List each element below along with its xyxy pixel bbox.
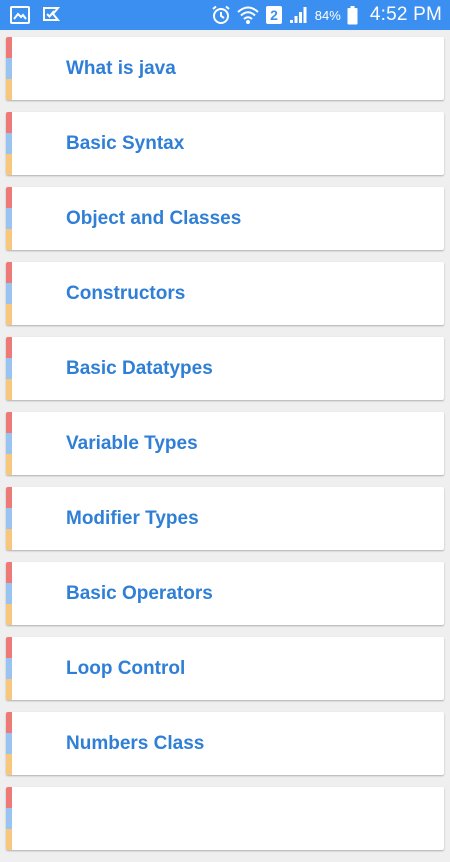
gallery-icon bbox=[10, 6, 30, 24]
stripe-segment bbox=[6, 154, 12, 175]
stripe-segment bbox=[6, 187, 12, 208]
topic-label: Basic Syntax bbox=[66, 133, 185, 154]
stripe-segment bbox=[6, 229, 12, 250]
topic-card[interactable] bbox=[6, 787, 444, 850]
topic-list: What is java Basic Syntax Object and Class… bbox=[6, 37, 444, 862]
stripe-segment bbox=[6, 79, 12, 100]
topic-label: Basic Datatypes bbox=[66, 358, 213, 379]
topic-label: Basic Operators bbox=[66, 583, 213, 604]
topic-card[interactable]: Basic Datatypes bbox=[6, 337, 444, 400]
tricolor-stripe bbox=[6, 112, 12, 175]
topic-card[interactable]: Constructors bbox=[6, 262, 444, 325]
stripe-segment bbox=[6, 583, 12, 604]
topic-label: Loop Control bbox=[66, 658, 186, 679]
topic-card[interactable]: Basic Syntax bbox=[6, 112, 444, 175]
stripe-segment bbox=[6, 358, 12, 379]
check-flag-icon bbox=[42, 6, 60, 24]
topic-label: Modifier Types bbox=[66, 508, 199, 529]
topic-label: What is java bbox=[66, 58, 176, 79]
battery-icon bbox=[347, 5, 358, 25]
tricolor-stripe bbox=[6, 487, 12, 550]
topic-label: Numbers Class bbox=[66, 733, 205, 754]
stripe-segment bbox=[6, 754, 12, 775]
stripe-segment bbox=[6, 262, 12, 283]
topic-card[interactable]: Basic Operators bbox=[6, 562, 444, 625]
tricolor-stripe bbox=[6, 187, 12, 250]
stripe-segment bbox=[6, 412, 12, 433]
stripe-segment bbox=[6, 112, 12, 133]
topic-label: Variable Types bbox=[66, 433, 198, 454]
alarm-icon bbox=[211, 5, 231, 25]
stripe-segment bbox=[6, 637, 12, 658]
stripe-segment bbox=[6, 304, 12, 325]
clock-time: 4:52 PM bbox=[369, 4, 442, 25]
stripe-segment bbox=[6, 679, 12, 700]
battery-percentage: 84% bbox=[314, 7, 341, 23]
stripe-segment bbox=[6, 808, 12, 829]
svg-text:2: 2 bbox=[270, 7, 278, 23]
stripe-segment bbox=[6, 37, 12, 58]
stripe-segment bbox=[6, 208, 12, 229]
tricolor-stripe bbox=[6, 712, 12, 775]
stripe-segment bbox=[6, 58, 12, 79]
stripe-segment bbox=[6, 733, 12, 754]
tricolor-stripe bbox=[6, 562, 12, 625]
stripe-segment bbox=[6, 133, 12, 154]
wifi-icon bbox=[237, 5, 259, 25]
tricolor-stripe bbox=[6, 787, 12, 850]
tricolor-stripe bbox=[6, 337, 12, 400]
topic-card[interactable]: Modifier Types bbox=[6, 487, 444, 550]
topic-card[interactable]: What is java bbox=[6, 37, 444, 100]
tricolor-stripe bbox=[6, 262, 12, 325]
sim-2-icon: 2 bbox=[265, 5, 283, 25]
tricolor-stripe bbox=[6, 412, 12, 475]
tricolor-stripe bbox=[6, 637, 12, 700]
stripe-segment bbox=[6, 454, 12, 475]
signal-icon bbox=[289, 6, 309, 24]
stripe-segment bbox=[6, 337, 12, 358]
stripe-segment bbox=[6, 433, 12, 454]
stripe-segment bbox=[6, 712, 12, 733]
topic-card[interactable]: Variable Types bbox=[6, 412, 444, 475]
stripe-segment bbox=[6, 487, 12, 508]
topic-card[interactable]: Numbers Class bbox=[6, 712, 444, 775]
stripe-segment bbox=[6, 508, 12, 529]
topic-label: Object and Classes bbox=[66, 208, 242, 229]
topic-label: Constructors bbox=[66, 283, 186, 304]
stripe-segment bbox=[6, 283, 12, 304]
stripe-segment bbox=[6, 379, 12, 400]
topic-card[interactable]: Loop Control bbox=[6, 637, 444, 700]
status-bar: 2 84% 4:52 PM bbox=[0, 0, 450, 30]
stripe-segment bbox=[6, 658, 12, 679]
stripe-segment bbox=[6, 787, 12, 808]
tricolor-stripe bbox=[6, 37, 12, 100]
stripe-segment bbox=[6, 604, 12, 625]
stripe-segment bbox=[6, 529, 12, 550]
stripe-segment bbox=[6, 829, 12, 850]
topic-card[interactable]: Object and Classes bbox=[6, 187, 444, 250]
stripe-segment bbox=[6, 562, 12, 583]
